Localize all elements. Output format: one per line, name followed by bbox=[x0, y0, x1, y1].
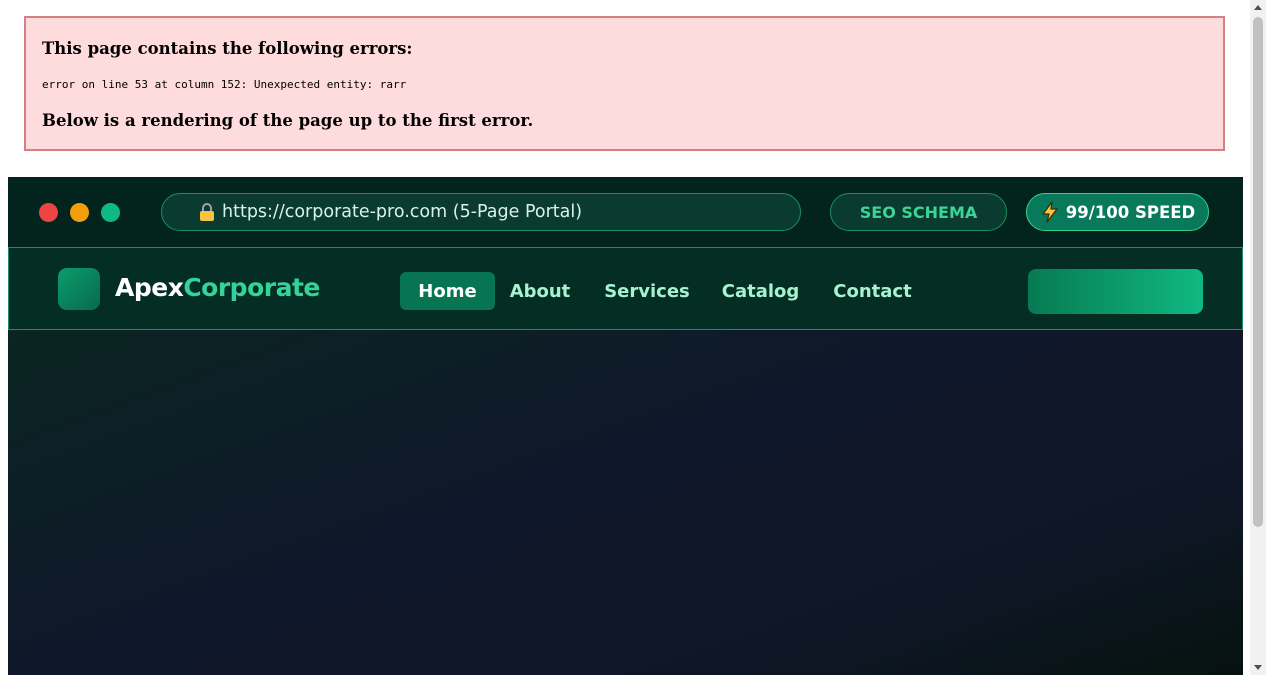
logo-text-part1: Apex bbox=[115, 273, 184, 302]
address-bar[interactable]: https://corporate-pro.com (5-Page Portal… bbox=[161, 193, 801, 231]
url-text: https://corporate-pro.com (5-Page Portal… bbox=[222, 202, 583, 222]
error-detail: error on line 53 at column 152: Unexpect… bbox=[42, 78, 407, 91]
browser-toolbar: https://corporate-pro.com (5-Page Portal… bbox=[8, 177, 1243, 247]
site-logo[interactable]: ApexCorporate bbox=[115, 269, 320, 307]
nav-item-about[interactable]: About bbox=[501, 272, 579, 310]
nav-item-contact[interactable]: Contact bbox=[826, 272, 919, 310]
seo-schema-badge: SEO SCHEMA bbox=[830, 193, 1007, 231]
minimize-window-dot[interactable] bbox=[70, 203, 89, 222]
scrollbar-thumb[interactable] bbox=[1253, 17, 1263, 527]
close-window-dot[interactable] bbox=[39, 203, 58, 222]
nav-item-home[interactable]: Home bbox=[400, 272, 495, 310]
logo-text-part2: Corporate bbox=[183, 273, 320, 302]
portal-frame: https://corporate-pro.com (5-Page Portal… bbox=[8, 177, 1243, 675]
lightning-bolt-icon bbox=[1042, 201, 1058, 223]
xml-error-panel: This page contains the following errors:… bbox=[24, 16, 1225, 151]
page: This page contains the following errors:… bbox=[0, 0, 1250, 675]
scroll-down-arrow-icon[interactable] bbox=[1254, 665, 1262, 670]
lock-icon bbox=[200, 203, 214, 221]
error-rendering-note: Below is a rendering of the page up to t… bbox=[42, 111, 534, 130]
header-cta-button[interactable] bbox=[1028, 269, 1203, 314]
error-title: This page contains the following errors: bbox=[42, 39, 413, 58]
site-header: ApexCorporate Home About Services Catalo… bbox=[8, 247, 1243, 330]
vertical-scrollbar[interactable] bbox=[1250, 0, 1266, 675]
speed-score-badge: 99/100 SPEED bbox=[1026, 193, 1209, 231]
nav-item-services[interactable]: Services bbox=[597, 272, 697, 310]
speed-score-text: 99/100 SPEED bbox=[1065, 202, 1196, 222]
scroll-up-arrow-icon[interactable] bbox=[1254, 5, 1262, 10]
logo-mark-icon[interactable] bbox=[58, 268, 100, 310]
maximize-window-dot[interactable] bbox=[101, 203, 120, 222]
nav-item-catalog[interactable]: Catalog bbox=[713, 272, 808, 310]
hero-section bbox=[8, 330, 1243, 675]
